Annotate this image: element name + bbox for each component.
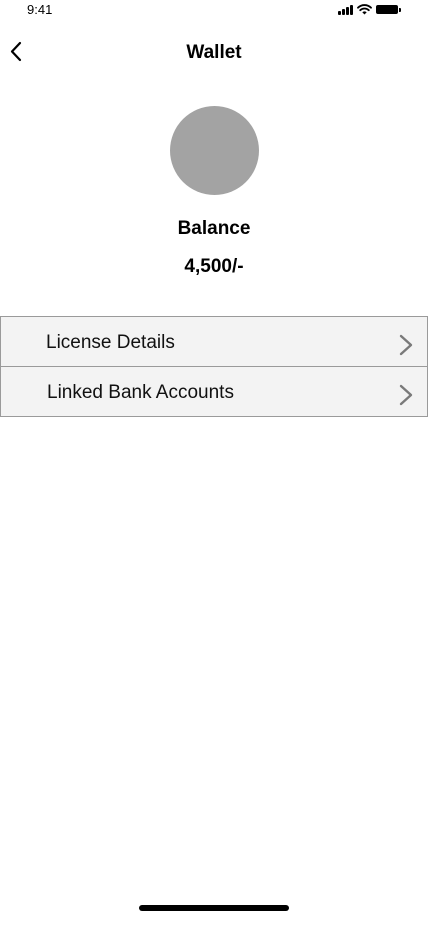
wifi-icon — [357, 4, 372, 15]
menu-item-linked-bank-accounts[interactable]: Linked Bank Accounts — [1, 366, 427, 416]
balance-label: Balance — [177, 218, 251, 239]
avatar — [170, 106, 259, 195]
page-title: Wallet — [186, 42, 242, 63]
chevron-right-icon — [399, 384, 413, 406]
status-bar: 9:41 — [0, 0, 428, 22]
home-indicator[interactable] — [139, 905, 289, 911]
status-time: 9:41 — [27, 2, 53, 17]
signal-icon — [338, 4, 353, 15]
menu-item-label: License Details — [46, 332, 175, 353]
chevron-right-icon — [399, 334, 413, 356]
battery-icon — [376, 5, 401, 14]
nav-bar: Wallet — [0, 30, 428, 74]
menu-item-license-details[interactable]: License Details — [1, 317, 427, 366]
menu-item-label: Linked Bank Accounts — [47, 382, 234, 403]
wallet-menu: License Details Linked Bank Accounts — [0, 316, 428, 417]
status-icons — [338, 4, 401, 15]
balance-value: 4,500/- — [184, 256, 244, 277]
